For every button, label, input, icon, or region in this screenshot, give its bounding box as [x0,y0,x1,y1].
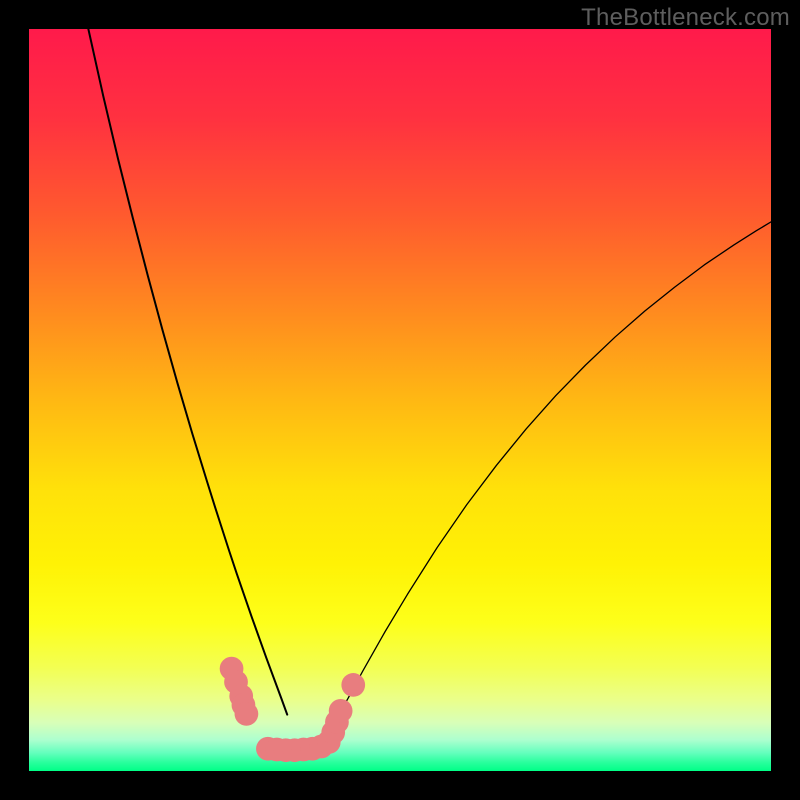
watermark-text: TheBottleneck.com [581,4,790,32]
data-marker [329,699,353,723]
plot-area [29,29,771,771]
chart-background [29,29,771,771]
data-marker [341,673,365,697]
data-marker [235,702,259,726]
chart-svg [29,29,771,771]
chart-frame: TheBottleneck.com [0,0,800,800]
